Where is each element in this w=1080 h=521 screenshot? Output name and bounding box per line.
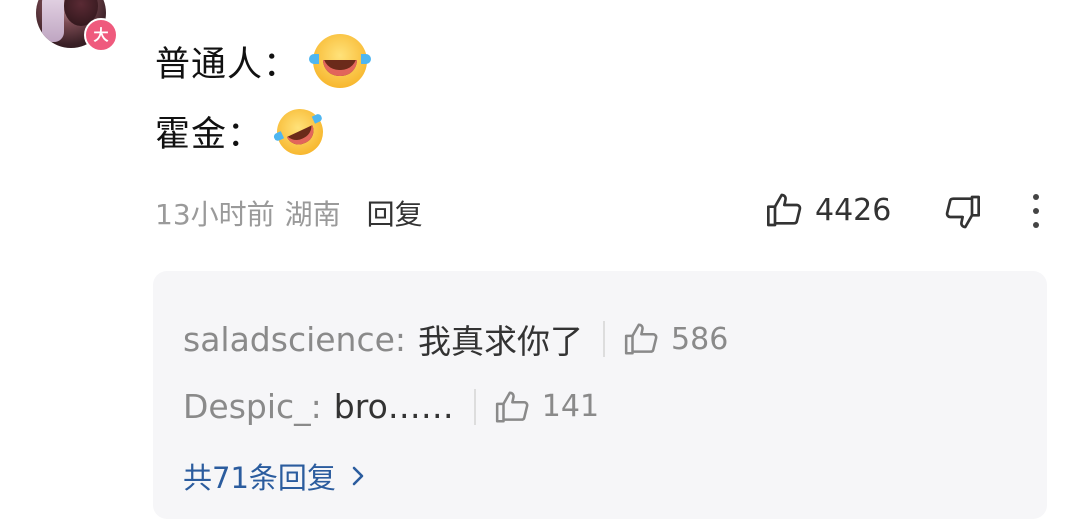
like-button[interactable]: 4426 xyxy=(765,190,891,230)
username-cropped[interactable] xyxy=(155,0,335,2)
chevron-right-icon xyxy=(352,466,364,486)
reply-like-count: 141 xyxy=(541,389,600,424)
comment-line-2: 霍金： xyxy=(155,100,331,163)
user-level-badge: 大 xyxy=(84,18,118,52)
divider xyxy=(473,388,476,425)
reply-text: bro…… xyxy=(333,387,454,426)
like-count: 4426 xyxy=(815,192,892,228)
comment-line-1: 普通人： xyxy=(155,34,372,88)
more-options-icon[interactable] xyxy=(1030,194,1042,228)
comment-location: 湖南 xyxy=(284,198,341,231)
divider xyxy=(603,321,606,357)
comment-line-label: 霍金： xyxy=(155,115,264,155)
view-all-replies-link[interactable]: 共71条回复 xyxy=(183,455,368,497)
comment-time: 13小时前 xyxy=(155,198,275,231)
reply-user[interactable]: saladscience: xyxy=(183,320,406,359)
replies-panel: saladscience: 我真求你了 586 Despic_: bro…… 1… xyxy=(153,271,1047,519)
reply-text: 我真求你了 xyxy=(418,322,584,361)
reply-button[interactable]: 回复 xyxy=(367,193,423,233)
thumbs-up-icon xyxy=(624,323,658,355)
view-all-replies-label: 共71条回复 xyxy=(183,461,336,495)
comment-meta: 13小时前 湖南 回复 xyxy=(155,193,423,233)
rolling-on-the-floor-laughing-icon xyxy=(269,100,331,163)
thumbs-up-icon xyxy=(495,390,529,423)
avatar-hair xyxy=(42,0,64,42)
reply-like-button[interactable]: 141 xyxy=(494,388,599,426)
reply-item[interactable]: saladscience: 我真求你了 586 xyxy=(183,315,728,363)
reply-like-button[interactable]: 586 xyxy=(623,320,728,358)
reply-item[interactable]: Despic_: bro…… 141 xyxy=(183,387,599,426)
comment-line-label: 普通人： xyxy=(155,44,300,85)
reply-like-count: 586 xyxy=(671,321,729,357)
thumbs-up-icon xyxy=(767,193,802,227)
dislike-button[interactable] xyxy=(942,192,982,236)
face-with-tears-of-joy-icon xyxy=(309,34,372,88)
thumbs-down-icon xyxy=(945,195,980,229)
reply-user[interactable]: Despic_: xyxy=(183,387,322,426)
